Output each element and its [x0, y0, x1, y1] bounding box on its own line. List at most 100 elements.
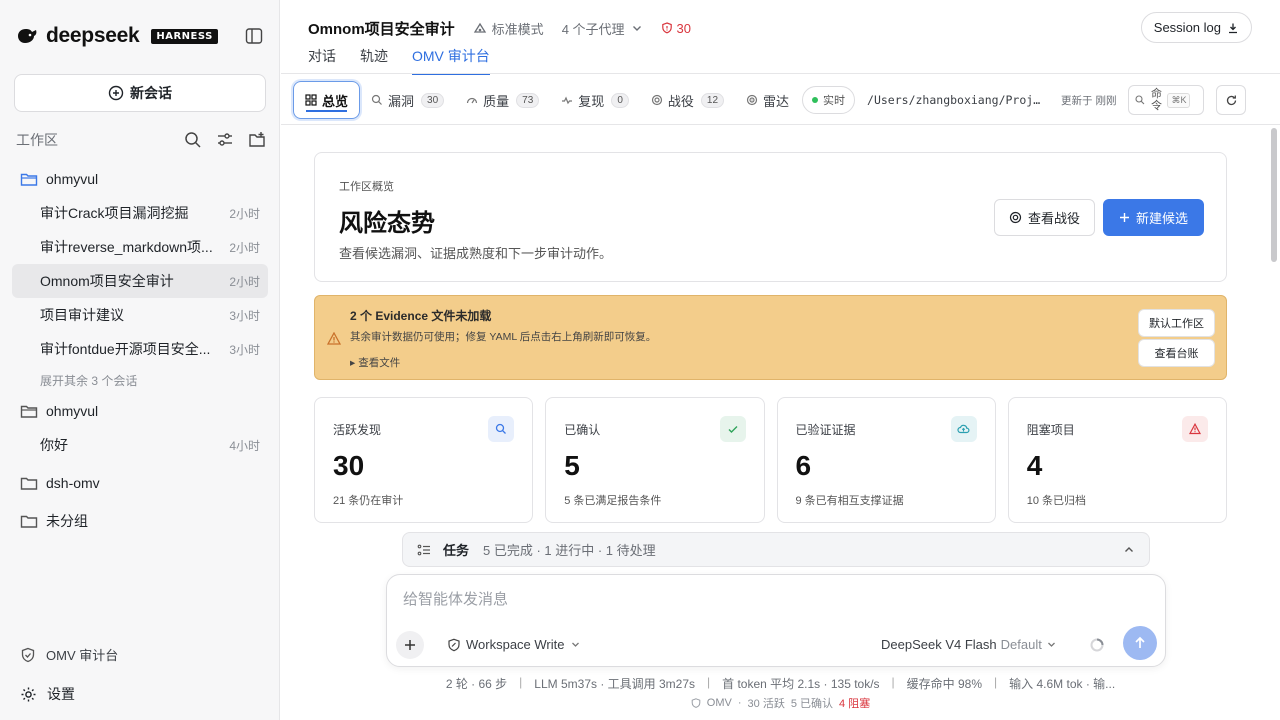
model-selector[interactable]: DeepSeek V4 Flash Default [881, 637, 1057, 652]
folder-dsh-omv[interactable]: dsh-omv [12, 466, 268, 500]
live-indicator[interactable]: 实时 [802, 86, 856, 114]
permission-label: Workspace Write [466, 637, 565, 652]
warning-triangle-icon [327, 332, 341, 345]
new-candidate-button[interactable]: 新建候选 [1103, 199, 1204, 236]
session-log-button[interactable]: Session log [1140, 12, 1252, 43]
folder-icon [20, 515, 38, 528]
view-campaign-label: 查看战役 [1027, 211, 1080, 226]
pulse-icon [562, 96, 573, 105]
new-chat-button[interactable]: 新会话 [14, 74, 266, 112]
refresh-button[interactable] [1216, 85, 1247, 115]
settings-link[interactable]: 设置 [20, 684, 75, 704]
subtab-reproduce[interactable]: 复现 0 [550, 81, 640, 119]
subtab-campaign[interactable]: 战役 12 [640, 81, 735, 119]
session-title: 审计Crack项目漏洞挖掘 [40, 205, 189, 221]
workspace-path: /Users/zhangboxiang/Projects/omnom [867, 93, 1045, 107]
sidebar-toggle-icon[interactable] [244, 26, 264, 46]
stat-card-evidence[interactable]: 已验证证据 6 9 条已有相互支撑证据 [776, 397, 996, 523]
shield-edit-icon [448, 638, 460, 651]
chevron-up-icon[interactable] [1123, 544, 1135, 556]
loading-spinner-icon [1090, 638, 1104, 652]
stat-sub: 9 条已有相互支撑证据 [795, 495, 904, 507]
tab-trace[interactable]: 轨迹 [360, 46, 388, 70]
session-item[interactable]: 项目审计建议 3小时 [12, 298, 268, 332]
mode-selector[interactable]: 标准模式 [473, 19, 544, 38]
session-time: 2小时 [229, 274, 260, 289]
subtab-radar[interactable]: 雷达 [735, 81, 800, 119]
folder-ohmyvul-2[interactable]: ohmyvul [12, 394, 268, 428]
shield-check-icon [691, 698, 701, 708]
filter-sliders-icon[interactable] [216, 131, 234, 149]
folder-icon [20, 477, 38, 490]
command-palette-button[interactable]: 命令 ⌘K [1128, 85, 1205, 115]
stats-row: 活跃发现 30 21 条仍在审计 已确认 5 5 条已满足报告条件 已验证证据 … [314, 397, 1227, 523]
metric-turns: 2 轮 · 66 步 [445, 677, 508, 691]
default-workspace-button[interactable]: 默认工作区 [1138, 309, 1215, 337]
view-ledger-button[interactable]: 查看台账 [1138, 339, 1215, 367]
risk-count-badge[interactable]: 30 [661, 21, 691, 36]
view-campaign-button[interactable]: 查看战役 [994, 199, 1095, 236]
omv-audit-link[interactable]: OMV 审计台 [20, 645, 118, 664]
subtab-vulns[interactable]: 漏洞 30 [360, 81, 455, 119]
stat-sub: 5 条已满足报告条件 [564, 495, 662, 507]
brand-logo[interactable]: deepseek HARNESS [16, 24, 218, 48]
live-label: 实时 [823, 95, 846, 107]
shield-check-icon [21, 647, 35, 662]
view-files-toggle[interactable]: ▸ 查看文件 [350, 355, 400, 370]
tab-omv-audit[interactable]: OMV 审计台 [412, 46, 490, 75]
search-icon[interactable] [184, 131, 202, 149]
shortcut-hint: ⌘K [1167, 92, 1191, 108]
send-button[interactable] [1123, 626, 1157, 660]
agents-dropdown[interactable]: 4 个子代理 [562, 19, 643, 38]
session-log-label: Session log [1153, 20, 1221, 35]
overview-title: 风险态势 [339, 210, 435, 237]
metric-input: 输入 4.6M tok · 输... [1009, 677, 1116, 691]
radar-icon [746, 94, 758, 106]
whale-logo-icon [18, 29, 37, 43]
active-underline [306, 110, 348, 112]
subtab-count: 30 [421, 92, 445, 108]
session-item-active[interactable]: Omnom项目安全审计 2小时 [12, 264, 268, 298]
omv-audit-label: OMV 审计台 [46, 648, 119, 663]
folder-ohmyvul[interactable]: ohmyvul [12, 162, 268, 196]
subtab-label: 雷达 [763, 93, 790, 109]
scrollbar-thumb[interactable] [1271, 128, 1277, 262]
status-blocked: 4 阻塞 [839, 698, 871, 710]
session-item[interactable]: 审计Crack项目漏洞挖掘 2小时 [12, 196, 268, 230]
live-dot [812, 97, 819, 103]
new-folder-icon[interactable] [248, 131, 266, 149]
agents-label: 4 个子代理 [561, 21, 625, 37]
expand-more-sessions[interactable]: 展开其余 3 个会话 [12, 366, 268, 394]
attach-button[interactable] [396, 631, 424, 659]
chevron-down-icon [1047, 642, 1055, 647]
subtab-label: 漏洞 [388, 93, 415, 109]
subtab-overview[interactable]: 总览 [293, 81, 361, 119]
metric-first-token: 首 token 平均 2.1s · 135 tok/s [722, 677, 880, 691]
task-list-icon [417, 544, 430, 555]
new-candidate-label: 新建候选 [1135, 211, 1188, 226]
folder-open-icon [20, 173, 38, 186]
session-item[interactable]: 审计fontdue开源项目安全... 3小时 [12, 332, 268, 366]
sub-tabs: 总览 漏洞 30 质量 73 复现 0 战役 12 雷达 实时 /Users/z… [293, 81, 1273, 119]
folder-ungrouped[interactable]: 未分组 [12, 504, 268, 538]
workspace-tree: ohmyvul 审计Crack项目漏洞挖掘 2小时 审计reverse_mark… [12, 162, 268, 538]
session-item[interactable]: 审计reverse_markdown项... 2小时 [12, 230, 268, 264]
subtab-quality[interactable]: 质量 73 [455, 81, 550, 119]
session-time: 2小时 [229, 206, 260, 221]
stat-card-confirmed[interactable]: 已确认 5 5 条已满足报告条件 [545, 397, 765, 523]
folder-open-icon [20, 405, 38, 418]
stat-value: 6 [795, 450, 812, 481]
task-bar[interactable]: 任务 5 已完成 · 1 进行中 · 1 待处理 [402, 532, 1150, 567]
message-input[interactable] [403, 591, 1103, 608]
stat-label: 已确认 [564, 423, 601, 437]
workspace-title: 工作区 [16, 132, 58, 148]
metric-cache: 缓存命中 98% [906, 677, 983, 691]
subtab-label: 战役 [667, 93, 694, 109]
stat-value: 4 [1026, 450, 1043, 481]
permission-selector[interactable]: Workspace Write [447, 637, 581, 652]
session-item[interactable]: 你好 4小时 [12, 428, 268, 462]
tab-chat[interactable]: 对话 [308, 46, 336, 70]
stat-card-blocked[interactable]: 阻塞项目 4 10 条已归档 [1007, 397, 1227, 523]
tabs-divider [281, 73, 1280, 74]
stat-card-active[interactable]: 活跃发现 30 21 条仍在审计 [314, 397, 534, 523]
